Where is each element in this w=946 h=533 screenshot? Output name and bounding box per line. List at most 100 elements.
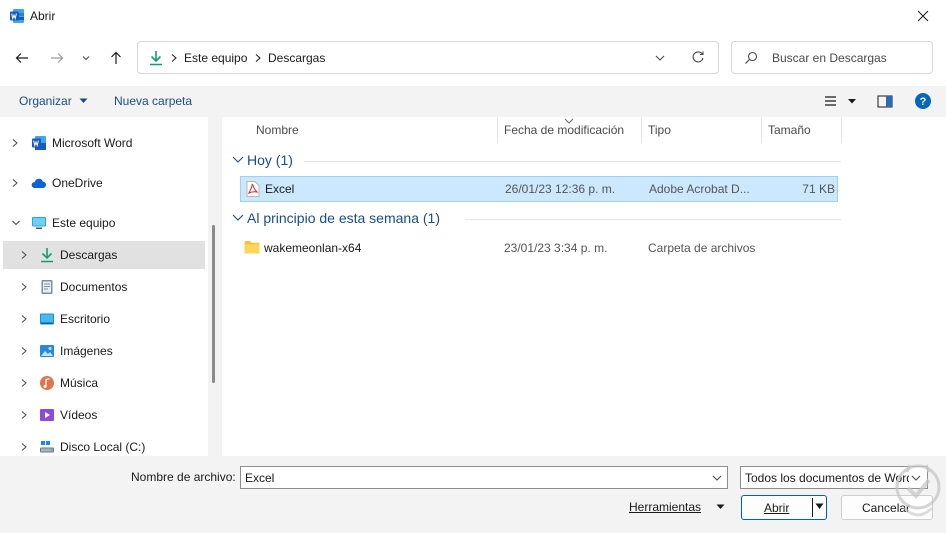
chevron-right-icon[interactable] xyxy=(20,250,28,260)
forward-button[interactable] xyxy=(45,47,69,69)
navigation-pane: Microsoft Word OneDrive Este equipo Desc… xyxy=(0,117,213,456)
nav-item-escritorio[interactable]: Escritorio xyxy=(3,305,205,333)
svg-text:?: ? xyxy=(920,96,927,108)
window-title: Abrir xyxy=(30,9,56,23)
list-view-icon xyxy=(825,96,856,106)
nav-item-descargas[interactable]: Descargas xyxy=(3,241,205,269)
nav-item-musica[interactable]: Música xyxy=(3,369,205,397)
nav-item-este-equipo[interactable]: Este equipo xyxy=(3,209,205,237)
tools-button[interactable]: Herramientas xyxy=(629,500,701,514)
column-divider[interactable] xyxy=(761,117,762,143)
chevron-right-icon[interactable] xyxy=(20,314,28,324)
table-row[interactable]: Excel 26/01/23 12:36 p. m. Adobe Acrobat… xyxy=(240,176,838,202)
file-list: Nombre Fecha de modificación Tipo Tamaño… xyxy=(222,117,946,456)
desktop-icon xyxy=(40,313,54,325)
watermark-logo xyxy=(895,464,941,517)
drive-icon xyxy=(40,441,54,453)
arrow-up-icon xyxy=(111,51,121,64)
nav-label: Microsoft Word xyxy=(52,136,133,150)
file-size: 71 KB xyxy=(802,182,835,196)
chevron-right-icon[interactable] xyxy=(20,410,28,420)
file-name: Excel xyxy=(265,182,295,196)
command-bar: Organizar Nueva carpeta ? xyxy=(0,86,946,117)
nav-item-documentos[interactable]: Documentos xyxy=(3,273,205,301)
nav-item-videos[interactable]: Vídeos xyxy=(3,401,205,429)
nav-item-onedrive[interactable]: OneDrive xyxy=(3,169,205,197)
chevron-right-icon[interactable] xyxy=(11,178,19,188)
file-type: Carpeta de archivos xyxy=(648,241,756,255)
filename-label: Nombre de archivo: xyxy=(131,470,236,484)
filetype-value: Todos los documentos de Word xyxy=(745,471,913,485)
caret-down-icon xyxy=(79,98,88,103)
nav-label: Este equipo xyxy=(52,216,116,230)
recent-locations-button[interactable] xyxy=(76,47,96,69)
caret-down-icon[interactable] xyxy=(716,504,725,510)
chevron-right-icon[interactable] xyxy=(20,442,28,452)
nav-item-microsoft-word[interactable]: Microsoft Word xyxy=(3,129,205,157)
chevron-down-icon xyxy=(82,56,90,61)
new-folder-button[interactable]: Nueva carpeta xyxy=(114,94,192,108)
open-label: Abrir xyxy=(764,501,790,515)
chevron-right-icon[interactable] xyxy=(11,138,19,148)
nav-label: Documentos xyxy=(60,280,128,294)
column-header-type[interactable]: Tipo xyxy=(648,123,671,137)
table-row[interactable]: wakemeonlan-x64 23/01/23 3:34 p. m. Carp… xyxy=(240,235,838,261)
file-type: Adobe Acrobat D... xyxy=(649,182,750,196)
column-divider[interactable] xyxy=(841,117,842,143)
caret-down-icon[interactable] xyxy=(815,503,824,510)
nav-label: Descargas xyxy=(60,248,118,262)
documents-icon xyxy=(41,280,53,294)
search-box[interactable]: Buscar en Descargas xyxy=(731,41,933,74)
breadcrumb-descargas[interactable]: Descargas xyxy=(268,51,325,65)
group-collapse-icon[interactable] xyxy=(232,156,244,164)
column-header-modified[interactable]: Fecha de modificación xyxy=(504,123,624,137)
group-header[interactable]: Al principio de esta semana (1) xyxy=(247,210,440,226)
word-icon xyxy=(32,136,46,150)
nav-label: Música xyxy=(60,376,99,390)
column-divider[interactable] xyxy=(641,117,642,143)
open-button[interactable]: Abrir xyxy=(741,495,827,520)
title-bar: Abrir xyxy=(0,0,946,32)
pictures-icon xyxy=(40,345,54,357)
chevron-right-icon xyxy=(171,54,177,62)
group-header[interactable]: Hoy (1) xyxy=(247,152,293,168)
organize-button[interactable]: Organizar xyxy=(19,94,88,108)
up-button[interactable] xyxy=(104,47,128,69)
group-collapse-icon[interactable] xyxy=(232,214,244,222)
preview-pane-icon xyxy=(877,95,893,108)
download-icon xyxy=(150,51,162,66)
arrow-left-icon xyxy=(15,53,28,63)
filename-input[interactable]: Excel xyxy=(240,466,728,489)
group-divider xyxy=(304,161,841,162)
videos-icon xyxy=(40,409,54,421)
nav-scrollbar[interactable] xyxy=(212,225,215,383)
view-options-button[interactable] xyxy=(824,93,860,112)
chevron-right-icon[interactable] xyxy=(20,282,28,292)
chevron-right-icon[interactable] xyxy=(20,346,28,356)
chevron-down-icon[interactable] xyxy=(11,218,21,228)
pane-splitter[interactable] xyxy=(208,117,222,456)
nav-label: Imágenes xyxy=(60,344,113,358)
nav-item-imagenes[interactable]: Imágenes xyxy=(3,337,205,365)
breadcrumb-este-equipo[interactable]: Este equipo xyxy=(184,51,247,65)
close-icon xyxy=(917,10,929,22)
column-header-name[interactable]: Nombre xyxy=(256,123,299,137)
refresh-icon[interactable] xyxy=(691,50,705,64)
back-button[interactable] xyxy=(10,47,34,69)
nav-item-disco-local[interactable]: Disco Local (C:) xyxy=(3,433,205,456)
computer-icon xyxy=(32,217,46,229)
preview-pane-button[interactable] xyxy=(877,93,893,112)
chevron-down-icon[interactable] xyxy=(711,473,723,483)
nav-label: Escritorio xyxy=(60,312,111,326)
help-button[interactable]: ? xyxy=(914,92,932,113)
search-input[interactable]: Buscar en Descargas xyxy=(772,51,887,65)
file-date: 23/01/23 3:34 p. m. xyxy=(504,241,608,255)
navigation-bar: Este equipo Descargas Buscar en Descarga… xyxy=(0,32,946,84)
column-divider[interactable] xyxy=(497,117,498,143)
close-button[interactable] xyxy=(900,0,946,32)
column-header-size[interactable]: Tamaño xyxy=(768,123,811,137)
filename-value: Excel xyxy=(245,471,275,485)
address-dropdown-icon[interactable] xyxy=(654,53,666,63)
chevron-right-icon[interactable] xyxy=(20,378,28,388)
address-bar[interactable]: Este equipo Descargas xyxy=(137,41,719,74)
